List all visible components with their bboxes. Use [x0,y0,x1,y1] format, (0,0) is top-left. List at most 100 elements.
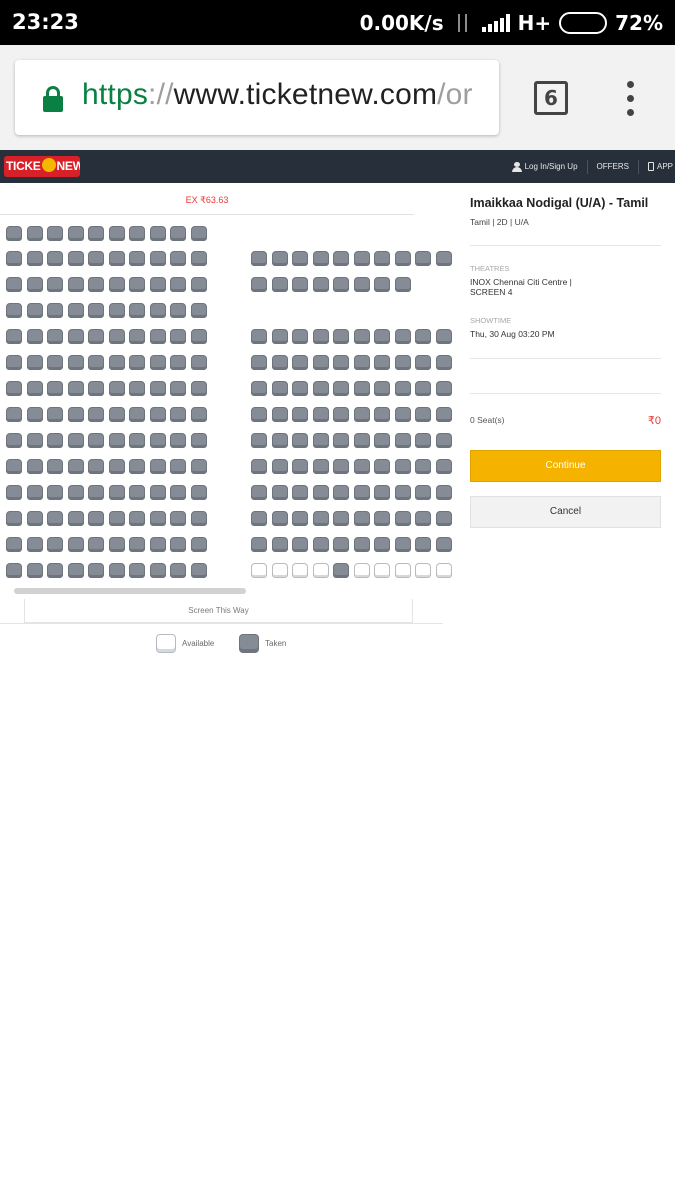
seat-taken [353,485,370,500]
ticketnew-logo[interactable]: TICKE NEW [4,156,80,177]
seat-taken [149,511,166,526]
site-header: TICKE NEW Log In/Sign Up OFFERS APP [0,150,675,183]
seat-taken [129,329,145,344]
seat-taken [6,303,22,318]
url-bar[interactable]: https://www.ticketnew.com/or [15,60,499,135]
seat-taken [251,355,267,370]
horizontal-scrollbar[interactable] [14,588,246,594]
seat-available[interactable] [271,563,288,578]
seat-available[interactable] [374,563,390,578]
network-type: H+ [517,11,552,35]
divider [470,358,661,359]
overflow-menu-icon[interactable] [623,81,639,117]
seat-taken [292,251,308,266]
seat-taken [47,563,63,578]
seat-taken [26,407,43,422]
seat-taken [271,433,288,448]
legend-available: Available [156,634,214,653]
seat-taken [312,329,329,344]
seat-taken [271,355,288,370]
status-time: 23:23 [12,10,79,34]
seat-taken [108,226,125,241]
seat-taken [129,277,145,292]
seat-taken [129,303,145,318]
seat-taken [26,433,43,448]
seat-taken [333,277,349,292]
available-seat-icon [156,634,176,653]
seat-taken [271,537,288,552]
login-link[interactable]: Log In/Sign Up [503,159,588,174]
seat-taken [67,381,84,396]
seat-taken [374,485,390,500]
seat-taken [108,277,125,292]
seat-taken [149,381,166,396]
seat-taken [67,433,84,448]
seat-taken [67,277,84,292]
seat-available[interactable] [251,563,267,578]
seat-taken [108,407,125,422]
seat-taken [415,407,431,422]
theatre-name: INOX Chennai Citi Centre | [470,277,572,287]
seat-available[interactable] [435,563,452,578]
seat-taken [353,355,370,370]
offers-link[interactable]: OFFERS [588,159,639,174]
seat-taken [292,329,308,344]
divider [470,245,661,246]
seat-taken [67,355,84,370]
seat-taken [435,329,452,344]
seat-taken [129,226,145,241]
seat-taken [88,459,104,474]
app-link[interactable]: APP [639,160,675,174]
cancel-button[interactable]: Cancel [470,496,661,528]
seat-taken [271,511,288,526]
seat-taken [170,407,186,422]
seat-taken [271,381,288,396]
status-right-group: 0.00K/s H+ 72% [360,10,663,36]
seat-taken [129,433,145,448]
seat-taken [129,563,145,578]
url-text[interactable]: https://www.ticketnew.com/or [82,78,473,112]
price-category-tab[interactable]: EX ₹63.63 [0,186,414,215]
lock-icon[interactable] [43,86,63,112]
seat-taken [170,251,186,266]
seat-taken [6,381,22,396]
seat-taken [108,511,125,526]
seat-taken [108,537,125,552]
seat-taken [26,303,43,318]
seat-taken [190,433,207,448]
divider [0,623,443,624]
logo-badge-icon [41,158,56,172]
seat-taken [374,251,390,266]
seat-taken [353,251,370,266]
seat-taken [170,485,186,500]
seat-taken [67,329,84,344]
seat-taken [312,485,329,500]
seat-taken [312,459,329,474]
seat-taken [170,226,186,241]
seat-taken [333,251,349,266]
seat-taken [149,433,166,448]
seat-taken [292,511,308,526]
seat-taken [312,511,329,526]
seat-taken [170,511,186,526]
seat-map [0,215,458,590]
seat-available[interactable] [394,563,411,578]
seat-taken [394,329,411,344]
seat-available[interactable] [312,563,329,578]
seat-taken [6,407,22,422]
seat-taken [47,485,63,500]
seat-taken [271,459,288,474]
seat-taken [292,407,308,422]
seat-taken [108,251,125,266]
seat-available[interactable] [292,563,308,578]
seat-taken [190,563,207,578]
seat-available[interactable] [353,563,370,578]
tabs-icon[interactable]: 6 [534,81,568,115]
movie-title: Imaikkaa Nodigal (U/A) - Tamil [470,196,649,210]
seat-available[interactable] [415,563,431,578]
seat-taken [26,459,43,474]
continue-button[interactable]: Continue [470,450,661,482]
seat-taken [415,511,431,526]
seat-taken [190,277,207,292]
seat-taken [108,329,125,344]
